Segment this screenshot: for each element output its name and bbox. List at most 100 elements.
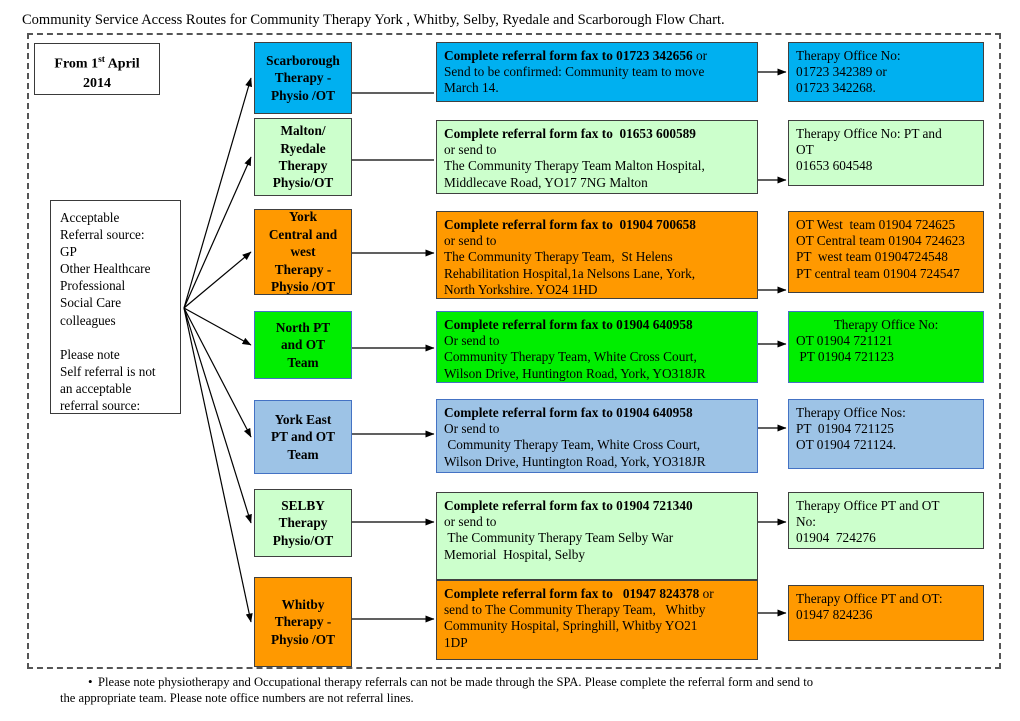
office-box-north-pt-ot: Therapy Office No: OT 01904 721121 PT 019…: [788, 311, 984, 383]
referral-line: The Community Therapy Team Malton Hospit…: [444, 158, 705, 174]
referral-box-text: Complete referral form fax to 01904 7213…: [437, 493, 757, 568]
team-name-line: Physio /OT: [271, 279, 335, 295]
team-name-line: Central and: [268, 226, 338, 242]
office-box-selby: Therapy Office PT and OT No: 01904 724276: [788, 492, 984, 549]
team-box-scarborough: Scarborough Therapy - Physio /OT: [254, 42, 352, 114]
office-box-text: OT West team 01904 724625 OT Central team…: [789, 212, 983, 287]
referral-source-line: Acceptable: [60, 210, 120, 225]
footer-note: • Please note physiotherapy and Occupatio…: [60, 674, 950, 706]
office-number-line: PT west team 01904724548: [796, 249, 948, 265]
team-name-line: Team: [287, 446, 319, 462]
office-number-line: OT West team 01904 724625: [796, 217, 956, 232]
office-number-line: 01723 342389 or: [796, 64, 887, 80]
office-number-line: No:: [796, 514, 816, 530]
date-prefix: From 1: [54, 56, 99, 72]
bullet-icon: •: [88, 674, 93, 689]
office-number-line: PT 01904 721123: [796, 349, 894, 365]
referral-line: Memorial Hospital, Selby: [444, 546, 586, 562]
team-box-text: North PT and OT Team: [255, 319, 351, 371]
team-name-line: York: [288, 209, 318, 225]
office-box-text: Therapy Office No: OT 01904 721121 PT 019…: [789, 312, 983, 371]
referral-source-line: Referral source:: [60, 227, 145, 243]
referral-source-line: Other Healthcare: [60, 261, 151, 277]
referral-source-line: an acceptable: [60, 380, 132, 396]
referral-source-line: referral source:: [60, 397, 141, 413]
office-number-line: 01904 724276: [796, 530, 876, 546]
acceptable-referral-source-box: Acceptable Referral source: GP Other Health…: [50, 200, 181, 414]
referral-line: Community Therapy Team, White Cross Cour…: [444, 349, 697, 365]
team-box-text: Malton/Ryedale Therapy Physio/OT: [255, 122, 351, 192]
team-box-text: Whitby Therapy - Physio /OT: [255, 596, 351, 648]
referral-fax-number: Complete referral form fax to 01904 6409…: [444, 317, 693, 332]
referral-box-text: Complete referral form fax to 01653 6005…: [437, 121, 757, 196]
team-name-line: and OT: [281, 337, 325, 353]
office-box-york-east-pt-ot: Therapy Office Nos: PT 01904 721125 OT 019…: [788, 399, 984, 469]
referral-line-part: or: [695, 48, 708, 63]
office-number-line: Therapy Office Nos:: [796, 405, 906, 420]
referral-line: Community Hospital, Springhill, Whitby Y…: [444, 618, 698, 634]
referral-box-york-central-west: Complete referral form fax to 01904 7006…: [436, 211, 758, 299]
referral-box-whitby: Complete referral form fax to 01947 8243…: [436, 580, 758, 660]
referral-line: Middlecave Road, YO17 7NG Malton: [444, 174, 648, 190]
team-name-line: Ryedale: [280, 140, 326, 156]
office-number-line: OT 01904 721124.: [796, 437, 897, 453]
office-box-text: Therapy Office No: PT and OT 01653 604548: [789, 121, 983, 180]
referral-line: Wilson Drive, Huntington Road, York, YO3…: [444, 365, 706, 381]
office-box-text: Therapy Office PT and OT No: 01904 724276: [789, 493, 983, 552]
referral-fax-number: Complete referral form fax to 01904 6409…: [444, 405, 693, 420]
referral-fax-number: Complete referral form fax to 01653 6005…: [444, 126, 696, 141]
team-name-line: PT and OT: [270, 429, 336, 445]
office-number-line: Therapy Office PT and OT:: [796, 591, 943, 606]
team-name-line: Therapy -: [274, 70, 332, 86]
referral-box-selby: Complete referral form fax to 01904 7213…: [436, 492, 758, 580]
office-number-line: PT 01904 721125: [796, 421, 894, 437]
referral-line: Complete referral form fax to 01723 3426…: [444, 48, 750, 64]
team-name-line: Therapy -: [274, 614, 332, 630]
referral-line: The Community Therapy Team Selby War: [444, 530, 674, 546]
team-box-text: York Central and west Therapy - Physio /OT: [255, 208, 351, 295]
referral-source-line: Professional: [60, 278, 126, 294]
referral-box-text: Complete referral form fax to 01947 8243…: [437, 581, 757, 656]
effective-date-box: From 1st April 2014: [34, 43, 160, 95]
referral-fax-number: Complete referral form fax to 01904 7006…: [444, 217, 696, 232]
referral-fax-number: Complete referral form fax to 01723 3426…: [444, 48, 696, 63]
team-name-line: Physio/OT: [272, 532, 334, 548]
referral-line: or send to: [444, 514, 497, 530]
date-year: 2014: [83, 75, 111, 91]
team-name-line: York East: [274, 411, 332, 427]
team-name-line: Physio/OT: [272, 175, 334, 191]
team-name-line: SELBY: [281, 497, 325, 513]
referral-line: or send to: [444, 233, 497, 249]
team-box-york-central-west: York Central and west Therapy - Physio /OT: [254, 209, 352, 295]
team-name-line: Whitby: [281, 596, 325, 612]
team-name-line: Scarborough: [266, 52, 340, 68]
team-name-line: Physio /OT: [271, 87, 335, 103]
referral-box-york-east-pt-ot: Complete referral form fax to 01904 6409…: [436, 399, 758, 473]
referral-line: send to The Community Therapy Team, Whit…: [444, 602, 706, 618]
team-box-york-east-pt-ot: York East PT and OT Team: [254, 400, 352, 474]
referral-fax-number: Complete referral form fax to 01947 8243…: [444, 586, 703, 601]
office-number-line: Therapy Office No:: [833, 317, 939, 332]
referral-line: or send to: [444, 142, 497, 158]
office-box-york-central-west: OT West team 01904 724625 OT Central team…: [788, 211, 984, 293]
office-number-line: 01723 342268.: [796, 80, 876, 96]
team-box-north-pt-ot: North PT and OT Team: [254, 311, 352, 379]
referral-line: March 14.: [444, 80, 499, 96]
referral-line: Or send to: [444, 421, 500, 437]
referral-line: North Yorkshire. YO24 1HD: [444, 281, 598, 297]
referral-box-north-pt-ot: Complete referral form fax to 01904 6409…: [436, 311, 758, 383]
referral-box-text: Complete referral form fax to 01904 7006…: [437, 212, 757, 303]
footer-line-1: Please note physiotherapy and Occupation…: [98, 675, 814, 689]
team-name-line: Malton/: [280, 123, 326, 139]
office-number-line: 01947 824236: [796, 607, 873, 623]
team-box-selby: SELBY Therapy Physio/OT: [254, 489, 352, 557]
office-box-scarborough: Therapy Office No: 01723 342389 or 01723 3…: [788, 42, 984, 102]
referral-line: Or send to: [444, 333, 500, 349]
team-name-line: Physio /OT: [271, 631, 335, 647]
referral-box-text: Complete referral form fax to 01723 3426…: [437, 43, 757, 102]
footer-line-2: the appropriate team. Please note office…: [60, 690, 414, 705]
referral-line: Wilson Drive, Huntington Road, York, YO3…: [444, 453, 706, 469]
referral-source-line: colleagues: [60, 312, 116, 328]
office-number-line: OT: [796, 142, 814, 158]
date-suffix: April: [104, 56, 140, 72]
